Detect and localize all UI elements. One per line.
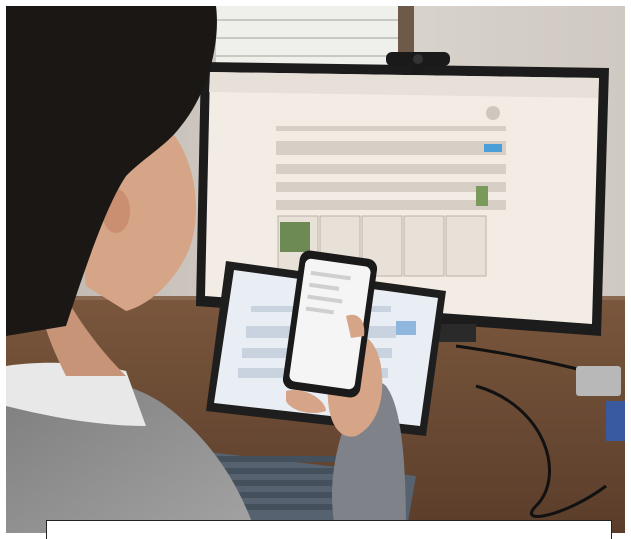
scene-illustration (6, 6, 625, 533)
caption-box (46, 520, 612, 539)
photo-frame (0, 0, 631, 539)
photograph (6, 6, 625, 533)
usb-hub (576, 366, 621, 396)
